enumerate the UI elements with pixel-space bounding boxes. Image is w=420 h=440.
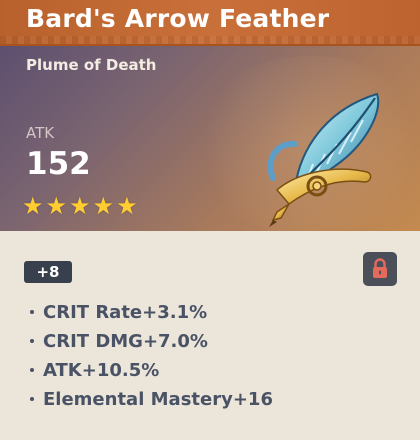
- star-icon: ★: [45, 192, 68, 220]
- bullet-icon: [30, 397, 34, 401]
- rarity-stars: ★ ★ ★ ★ ★: [22, 193, 138, 219]
- substat-label: Elemental Mastery+16: [43, 388, 273, 410]
- lock-icon: [373, 258, 387, 278]
- artifact-card: Bard's Arrow Feather Plume of Death ATK …: [0, 0, 420, 440]
- star-icon: ★: [116, 192, 138, 220]
- substat-label: ATK+10.5%: [43, 359, 160, 381]
- bullet-icon: [30, 339, 34, 343]
- substat-list: CRIT Rate+3.1% CRIT DMG+7.0% ATK+10.5% E…: [28, 298, 273, 414]
- substat-item: ATK+10.5%: [28, 356, 273, 384]
- substat-label: CRIT DMG+7.0%: [43, 330, 208, 352]
- feather-artifact-icon: [267, 92, 380, 227]
- substat-item: Elemental Mastery+16: [28, 385, 273, 413]
- level-badge: +8: [24, 261, 72, 283]
- substat-label: CRIT Rate+3.1%: [43, 301, 208, 323]
- main-stat-label: ATK: [26, 124, 55, 142]
- substat-item: CRIT Rate+3.1%: [28, 298, 273, 326]
- star-icon: ★: [92, 192, 115, 220]
- title-bar: Bard's Arrow Feather: [0, 0, 420, 46]
- substat-item: CRIT DMG+7.0%: [28, 327, 273, 355]
- main-stat-value: 152: [26, 146, 91, 182]
- star-icon: ★: [69, 192, 91, 220]
- artifact-details: +8 CRIT Rate+3.1% CRIT DMG+7.0% ATK+10.5…: [0, 231, 420, 440]
- artifact-slot: Plume of Death: [26, 56, 157, 74]
- star-icon: ★: [22, 192, 44, 220]
- bullet-icon: [30, 310, 34, 314]
- bullet-icon: [30, 368, 34, 372]
- lock-button[interactable]: [363, 252, 397, 286]
- artifact-banner: Plume of Death ATK 152 ★ ★ ★ ★ ★: [0, 46, 420, 231]
- artifact-name: Bard's Arrow Feather: [26, 4, 330, 33]
